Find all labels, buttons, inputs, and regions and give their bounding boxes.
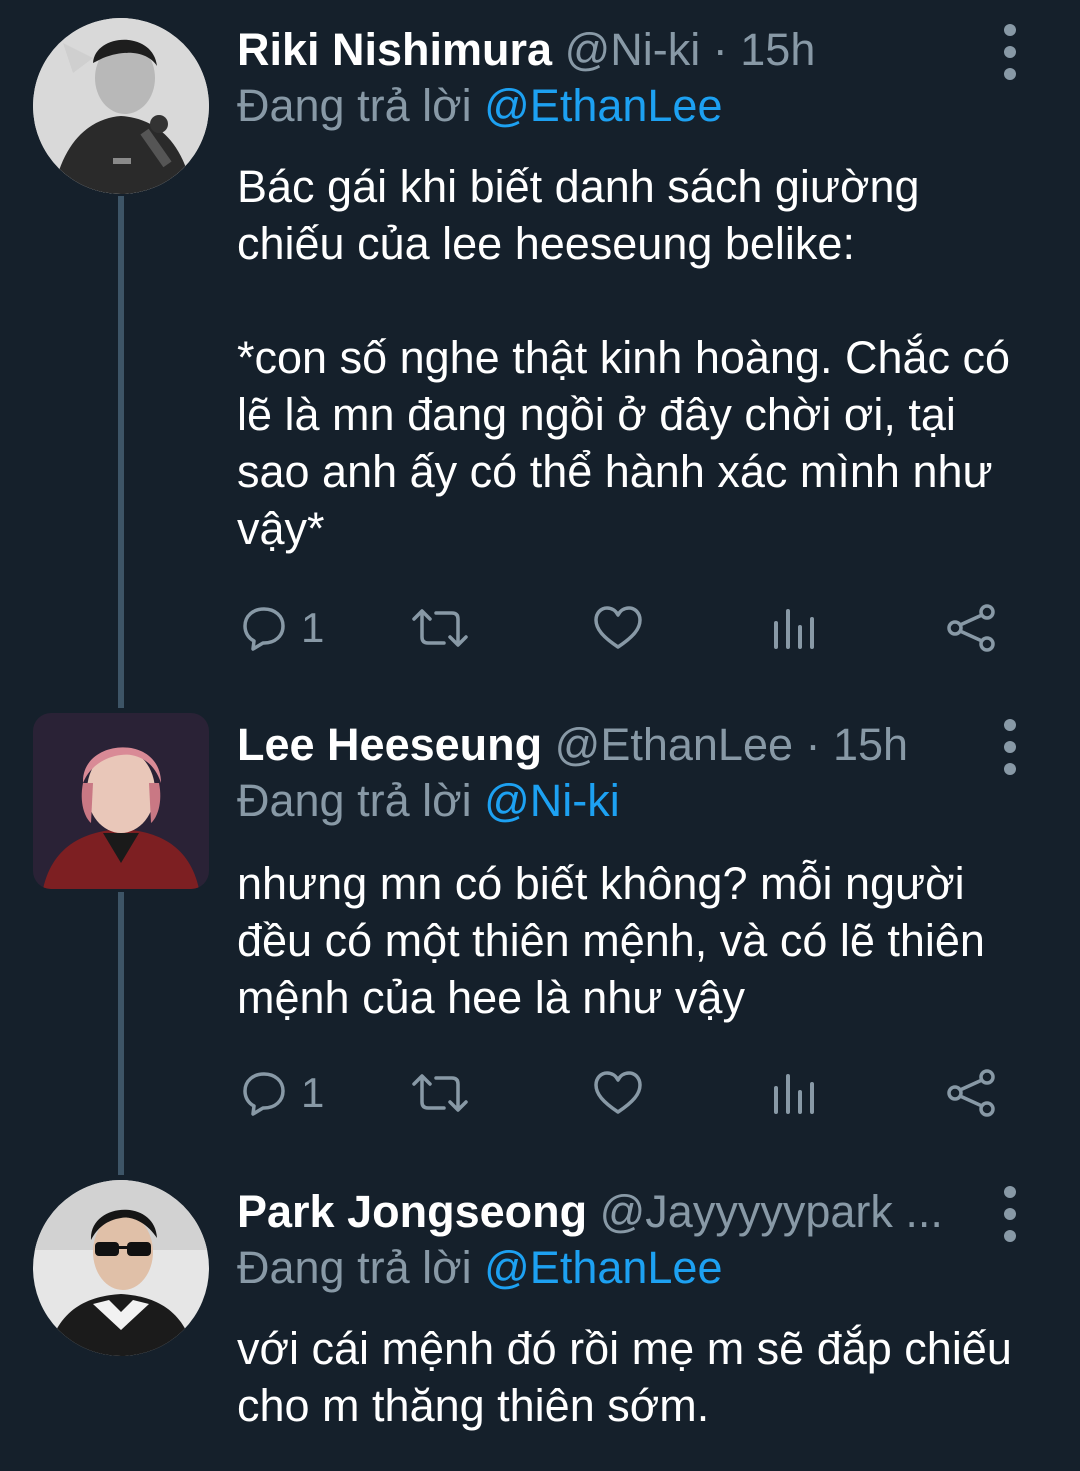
avatar[interactable]: [33, 1180, 209, 1356]
like-button[interactable]: [593, 1063, 643, 1123]
reply-count: 1: [301, 604, 325, 651]
tweet-text: nhưng mn có biết không? mỗi người đều có…: [237, 855, 1037, 1026]
tweet-paragraph: với cái mệnh đó rồi mẹ m sẽ đắp chiếu ch…: [237, 1323, 1012, 1431]
display-name[interactable]: Riki Nishimura: [237, 24, 552, 75]
retweet-button[interactable]: [412, 598, 468, 658]
display-name[interactable]: Park Jongseong: [237, 1186, 587, 1237]
handle[interactable]: @EthanLee: [555, 719, 793, 770]
handle[interactable]: @Ni-ki: [565, 24, 701, 75]
retweet-icon: [412, 605, 468, 651]
tweet-heeseung[interactable]: Lee Heeseung @EthanLee · 15h Đang trả lờ…: [0, 713, 1080, 1123]
handle[interactable]: @Jayyyyypark ...: [600, 1186, 943, 1237]
tweet-header: Park Jongseong @Jayyyyypark ...: [237, 1180, 977, 1244]
replying-to: Đang trả lời @EthanLee: [237, 1236, 722, 1300]
tweet-text: với cái mệnh đó rồi mẹ m sẽ đắp chiếu ch…: [237, 1320, 1037, 1434]
tweet-header: Riki Nishimura @Ni-ki · 15h: [237, 18, 977, 82]
reply-icon: [241, 1070, 287, 1116]
more-options-icon[interactable]: [993, 1186, 1027, 1242]
reply-icon: [241, 605, 287, 651]
tweet-header: Lee Heeseung @EthanLee · 15h: [237, 713, 977, 777]
replying-label: Đang trả lời: [237, 1242, 472, 1293]
timestamp[interactable]: · 15h: [806, 719, 909, 770]
avatar[interactable]: [33, 18, 209, 194]
tweet-paragraph: Bác gái khi biết danh sách giường chiếu …: [237, 161, 920, 269]
analytics-icon: [772, 605, 816, 651]
retweet-icon: [412, 1070, 468, 1116]
replying-to: Đang trả lời @EthanLee: [237, 74, 722, 138]
avatar[interactable]: [33, 713, 209, 889]
like-icon: [593, 605, 643, 651]
analytics-icon: [772, 1070, 816, 1116]
more-options-icon[interactable]: [993, 24, 1027, 80]
reply-button[interactable]: 1: [241, 598, 324, 658]
like-button[interactable]: [593, 598, 643, 658]
replying-label: Đang trả lời: [237, 80, 472, 131]
more-options-icon[interactable]: [993, 719, 1027, 775]
replying-label: Đang trả lời: [237, 775, 472, 826]
tweet-jongseong[interactable]: Park Jongseong @Jayyyyypark ... Đang trả…: [0, 1180, 1080, 1460]
share-button[interactable]: [945, 598, 997, 658]
reply-button[interactable]: 1: [241, 1063, 324, 1123]
replying-mention[interactable]: @EthanLee: [484, 80, 722, 131]
tweet-riki[interactable]: Riki Nishimura @Ni-ki · 15h Đang trả lời…: [0, 18, 1080, 678]
replying-mention[interactable]: @EthanLee: [484, 1242, 722, 1293]
replying-to: Đang trả lời @Ni-ki: [237, 769, 620, 833]
tweet-paragraph: *con số nghe thật kinh hoàng. Chắc có lẽ…: [237, 332, 1011, 554]
share-button[interactable]: [945, 1063, 997, 1123]
analytics-button[interactable]: [772, 598, 816, 658]
retweet-button[interactable]: [412, 1063, 468, 1123]
tweet-actions: 1: [237, 1063, 1037, 1123]
tweet-text: Bác gái khi biết danh sách giường chiếu …: [237, 158, 1037, 557]
analytics-button[interactable]: [772, 1063, 816, 1123]
reply-count: 1: [301, 1069, 325, 1116]
replying-mention[interactable]: @Ni-ki: [484, 775, 620, 826]
tweet-actions: 1: [237, 598, 1037, 658]
tweet-paragraph: nhưng mn có biết không? mỗi người đều có…: [237, 858, 985, 1023]
like-icon: [593, 1070, 643, 1116]
share-icon: [945, 603, 997, 653]
timestamp[interactable]: · 15h: [713, 24, 816, 75]
share-icon: [945, 1068, 997, 1118]
display-name[interactable]: Lee Heeseung: [237, 719, 542, 770]
